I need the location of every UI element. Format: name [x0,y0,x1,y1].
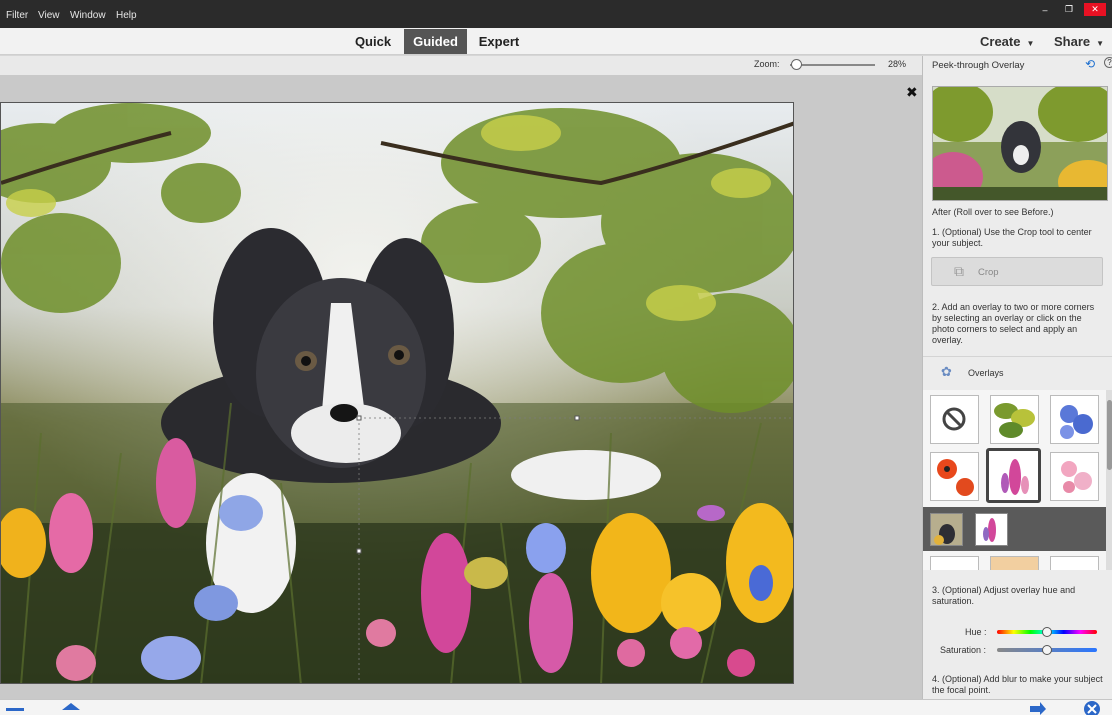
overlays-icon: ✿ [941,364,952,379]
hue-slider-thumb[interactable] [1042,627,1052,637]
step2-text: 2. Add an overlay to two or more corners… [932,302,1095,345]
menu-help[interactable]: Help [116,10,137,21]
pink-blossoms-icon [1061,461,1092,493]
applied-overlay-2[interactable] [975,513,1008,546]
menu-bar: Filter View Window Help – ❐ ✕ [0,0,1112,28]
menu-view[interactable]: View [38,10,60,21]
panel-bin-icon [6,708,24,711]
overlay-grid [923,390,1107,570]
leaves-icon [994,403,1035,438]
cancel-icon [1084,701,1100,715]
tab-quick[interactable]: Quick [348,29,398,54]
preview-image [933,87,1107,200]
overlays-label: Overlays [968,368,1004,378]
menu-filter[interactable]: Filter [6,10,28,21]
zoom-bar: Zoom: 28% [0,56,922,75]
bottom-bar [0,699,1112,715]
overlay-pink-wildflowers[interactable] [986,448,1041,503]
overlays-header[interactable]: ✿ Overlays [923,356,1112,386]
applied-overlay-1[interactable] [930,513,963,546]
bottom-icons [6,701,1100,715]
crop-label: Crop [978,267,999,278]
crop-icon: ⧉ [954,263,964,279]
zoom-slider-thumb[interactable] [791,59,802,70]
red-poppies-icon [937,459,974,496]
applied-thumb-image [983,518,996,542]
zoom-value: 28% [888,59,907,69]
photo-canvas[interactable] [0,102,794,684]
blue-flowers-icon [1060,405,1093,439]
help-icon[interactable]: ? [1104,57,1112,68]
overlay-blue-flowers[interactable] [1050,395,1099,444]
hue-label: Hue : [965,627,987,637]
zoom-label: Zoom: [754,59,780,69]
scrollbar-thumb[interactable] [1107,400,1112,470]
panel-title: Peek-through Overlay [932,60,1025,71]
step3-text: 3. (Optional) Adjust overlay hue and sat… [932,585,1076,606]
zoom-slider-track[interactable] [790,64,875,66]
overlay-leaves[interactable] [990,395,1039,444]
close-icon[interactable]: ✕ [1084,3,1106,16]
close-icon[interactable]: ✖ [906,84,918,101]
menu-window[interactable]: Window [70,10,106,21]
step4-text: 4. (Optional) Add blur to make your subj… [932,674,1103,695]
overlay-more-1[interactable] [930,556,979,570]
share-menu[interactable]: Share ▼ [1054,34,1104,49]
tab-expert[interactable]: Expert [472,29,526,54]
pink-wildflowers-icon [1001,459,1029,495]
restore-icon[interactable]: ❐ [1060,3,1078,16]
step1-text: 1. (Optional) Use the Crop tool to cente… [932,227,1092,248]
after-caption: After (Roll over to see Before.) [932,207,1054,217]
minimize-icon[interactable]: – [1036,3,1054,16]
applied-thumb-image [931,514,962,545]
no-overlay-icon [942,407,966,431]
after-preview[interactable] [932,86,1108,201]
overlay-more-2[interactable] [990,556,1039,570]
overlay-scrollbar[interactable] [1106,390,1112,570]
create-menu[interactable]: Create ▼ [980,34,1034,49]
home-icon [62,703,80,710]
saturation-label: Saturation : [940,645,987,655]
puppy-photo [1,103,793,683]
overlay-red-poppies[interactable] [930,452,979,501]
overlay-more-3[interactable] [1050,556,1099,570]
share-label: Share [1054,34,1091,49]
create-label: Create [980,34,1021,49]
tab-guided[interactable]: Guided [404,29,467,54]
applied-overlays-strip [923,507,1107,551]
crop-button[interactable]: ⧉ Crop [931,257,1103,286]
chevron-down-icon: ▼ [1026,39,1035,48]
guided-panel: Peek-through Overlay ⟲ ? After (Roll ove… [922,56,1112,699]
reset-icon[interactable]: ⟲ [1085,57,1095,71]
overlay-pink-blossoms[interactable] [1050,452,1099,501]
saturation-slider-thumb[interactable] [1042,645,1052,655]
next-arrow-icon [1030,702,1046,715]
chevron-down-icon: ▼ [1096,39,1105,48]
mode-bar: Quick Guided Expert Create ▼ Share ▼ [0,28,1112,55]
overlay-none[interactable] [930,395,979,444]
canvas-area: ✖ [0,75,922,699]
